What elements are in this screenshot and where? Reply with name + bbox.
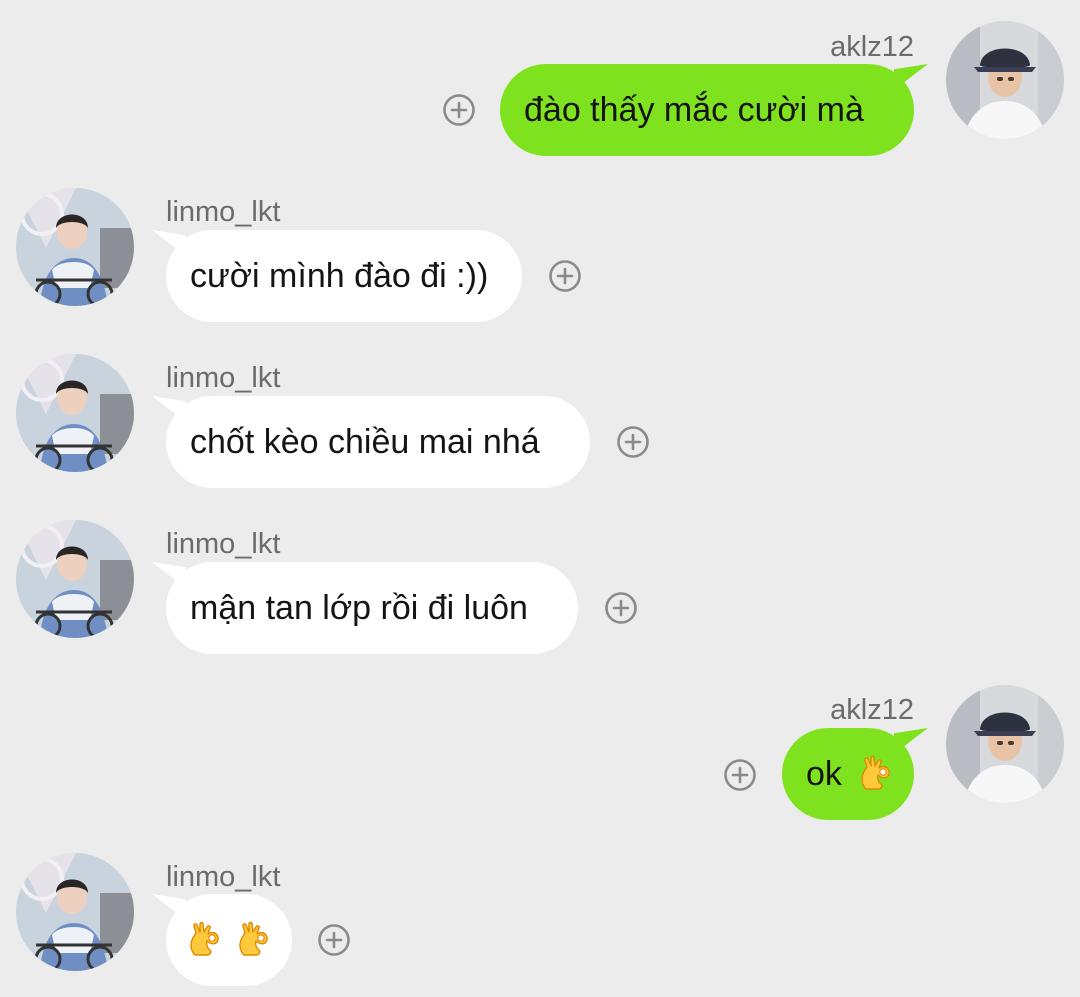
avatar-image — [16, 853, 134, 971]
add-reaction-button[interactable] — [723, 758, 757, 792]
add-reaction-button[interactable] — [548, 259, 582, 293]
sender-avatar[interactable] — [16, 188, 134, 306]
add-reaction-button[interactable] — [616, 425, 650, 459]
message-bubble[interactable]: cười mình đào đi :)) — [166, 230, 522, 322]
sender-avatar[interactable] — [16, 520, 134, 638]
sender-name: aklz12 — [830, 31, 914, 63]
sender-avatar[interactable] — [16, 354, 134, 472]
ok-hand-emoji — [186, 921, 222, 957]
sender-name: aklz12 — [830, 694, 914, 726]
ok-hand-emoji — [857, 755, 893, 791]
message-text: cười mình đào đi :)) — [190, 257, 489, 295]
sender-name: linmo_lkt — [166, 196, 281, 228]
sender-name: linmo_lkt — [166, 362, 281, 394]
message-bubble[interactable]: đào thấy mắc cười mà — [500, 64, 914, 156]
add-reaction-button[interactable] — [317, 923, 351, 957]
message-text: chốt kèo chiều mai nhá — [190, 423, 540, 461]
sender-name: linmo_lkt — [166, 528, 281, 560]
plus-circle-icon — [604, 591, 638, 625]
ok-hand-emoji — [235, 921, 271, 957]
sender-name: linmo_lkt — [166, 861, 281, 893]
message-text: mận tan lớp rồi đi luôn — [190, 589, 528, 627]
sender-avatar[interactable] — [16, 853, 134, 971]
message-text: ok — [806, 755, 842, 793]
avatar-image — [946, 685, 1064, 803]
plus-circle-icon — [616, 425, 650, 459]
avatar-image — [16, 188, 134, 306]
sender-avatar[interactable] — [946, 685, 1064, 803]
plus-circle-icon — [442, 93, 476, 127]
add-reaction-button[interactable] — [442, 93, 476, 127]
add-reaction-button[interactable] — [604, 591, 638, 625]
message-bubble[interactable] — [166, 894, 292, 986]
avatar-image — [16, 520, 134, 638]
message-bubble[interactable]: ok — [782, 728, 914, 820]
chat-conversation: aklz12 đào thấy mắc cười mà linmo_lkt cư… — [0, 0, 1080, 997]
plus-circle-icon — [548, 259, 582, 293]
avatar-image — [16, 354, 134, 472]
message-bubble[interactable]: chốt kèo chiều mai nhá — [166, 396, 590, 488]
avatar-image — [946, 21, 1064, 139]
plus-circle-icon — [317, 923, 351, 957]
sender-avatar[interactable] — [946, 21, 1064, 139]
plus-circle-icon — [723, 758, 757, 792]
message-bubble[interactable]: mận tan lớp rồi đi luôn — [166, 562, 578, 654]
message-text: đào thấy mắc cười mà — [524, 91, 864, 129]
